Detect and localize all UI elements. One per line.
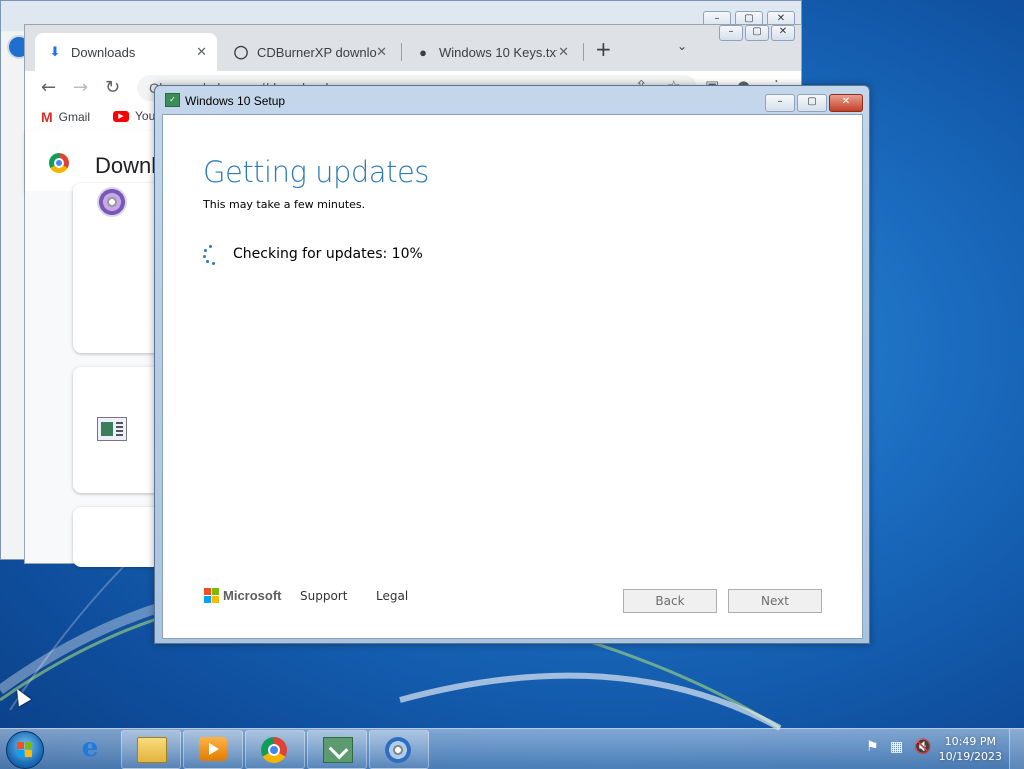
back-button[interactable]: Back <box>623 589 717 613</box>
setup-content: Getting updates This may take a few minu… <box>162 114 863 639</box>
circle-logo-icon: ◯ <box>233 44 249 59</box>
minimize-button[interactable]: – <box>765 94 795 112</box>
disc-file-icon <box>97 187 127 217</box>
taskbar-file-explorer[interactable] <box>121 730 181 769</box>
gmail-icon: M <box>41 109 53 125</box>
bookmark-youtube[interactable]: ▶ You <box>113 109 155 123</box>
legal-link[interactable]: Legal <box>376 589 408 603</box>
setup-window-controls: – ▢ ✕ <box>765 94 863 112</box>
network-alert-icon[interactable]: ▦ <box>890 739 903 755</box>
taskbar-cdburnerxp[interactable] <box>369 730 429 769</box>
close-button[interactable]: ✕ <box>771 25 795 41</box>
github-icon: ● <box>419 44 427 60</box>
taskbar-windows-10-setup[interactable] <box>307 730 367 769</box>
installer-file-icon <box>97 417 127 441</box>
setup-window-title: Windows 10 Setup <box>185 94 286 108</box>
clock-time: 10:49 PM <box>944 735 996 748</box>
tab-label: CDBurnerXP download <box>257 44 377 60</box>
microsoft-squares-icon <box>204 588 219 603</box>
tab-separator <box>401 43 402 61</box>
loading-spinner-icon <box>203 245 219 265</box>
tab-label: Downloads <box>71 44 136 60</box>
tab-label: Windows 10 Keys.txt <box>439 44 557 60</box>
minimize-button[interactable]: – <box>719 25 743 41</box>
setup-dialog[interactable]: ✓ Windows 10 Setup – ▢ ✕ Getting updates… <box>154 85 870 644</box>
disc-icon <box>385 737 411 763</box>
setup-titlebar[interactable]: ✓ Windows 10 Setup – ▢ ✕ <box>155 86 869 114</box>
show-desktop-button[interactable] <box>1009 729 1024 769</box>
system-clock[interactable]: 10:49 PM 10/19/2023 <box>939 734 1002 764</box>
tab-search-button[interactable]: ⌄ <box>677 39 687 53</box>
background-window-edge <box>1 31 26 559</box>
next-button[interactable]: Next <box>728 589 822 613</box>
taskbar-internet-explorer[interactable]: e <box>61 730 119 767</box>
ie-icon: e <box>81 733 99 763</box>
taskbar: e ⚑ ▦ 🔇 10:49 PM 10/19/2023 <box>0 728 1024 769</box>
action-center-alert-icon[interactable]: ⚑ <box>866 739 879 755</box>
tab-windows-10-keys[interactable]: ● Windows 10 Keys.txt ✕ <box>403 33 579 71</box>
microsoft-wordmark: Microsoft <box>223 588 282 603</box>
download-icon: ⬇ <box>49 44 61 59</box>
new-tab-button[interactable]: + <box>595 37 612 61</box>
taskbar-media-player[interactable] <box>183 730 243 769</box>
volume-muted-icon[interactable]: 🔇 <box>914 739 931 755</box>
close-icon[interactable]: ✕ <box>376 44 387 60</box>
chrome-icon <box>261 737 287 763</box>
page-subtext: This may take a few minutes. <box>203 198 366 211</box>
taskbar-chrome[interactable] <box>245 730 305 769</box>
maximize-button[interactable]: ▢ <box>797 94 827 112</box>
close-button[interactable]: ✕ <box>829 94 863 112</box>
clock-date: 10/19/2023 <box>938 750 1002 763</box>
close-icon[interactable]: ✕ <box>196 44 207 60</box>
bookmark-label: You <box>135 109 156 123</box>
tab-cdburnerxp[interactable]: ◯ CDBurnerXP download ✕ <box>221 33 397 71</box>
page-heading: Getting updates <box>203 155 429 189</box>
chrome-window-controls: – ▢ ✕ <box>719 25 795 41</box>
youtube-icon: ▶ <box>113 110 129 122</box>
setup-icon: ✓ <box>165 93 180 107</box>
close-icon[interactable]: ✕ <box>558 44 569 60</box>
back-arrow-icon[interactable]: ← <box>41 77 56 98</box>
chrome-logo-icon <box>49 153 69 173</box>
mouse-cursor-icon <box>10 685 32 707</box>
bookmark-label: Gmail <box>58 110 91 124</box>
maximize-button[interactable]: ▢ <box>745 25 769 41</box>
update-status: Checking for updates: 10% <box>233 246 423 262</box>
tab-downloads[interactable]: ⬇ Downloads ✕ <box>35 33 217 71</box>
microsoft-logo: Microsoft <box>204 588 282 603</box>
tab-separator <box>583 43 584 61</box>
reload-icon[interactable]: ↻ <box>105 77 120 98</box>
forward-arrow-icon[interactable]: → <box>73 77 88 98</box>
support-link[interactable]: Support <box>300 589 347 603</box>
tab-strip: ⬇ Downloads ✕ ◯ CDBurnerXP download ✕ ● … <box>25 25 801 71</box>
media-player-icon <box>199 737 227 761</box>
bookmark-gmail[interactable]: M Gmail <box>41 109 90 125</box>
folder-icon <box>137 737 167 763</box>
setup-icon <box>323 737 353 763</box>
start-button[interactable] <box>6 731 44 769</box>
windows-flag-icon <box>17 742 33 758</box>
